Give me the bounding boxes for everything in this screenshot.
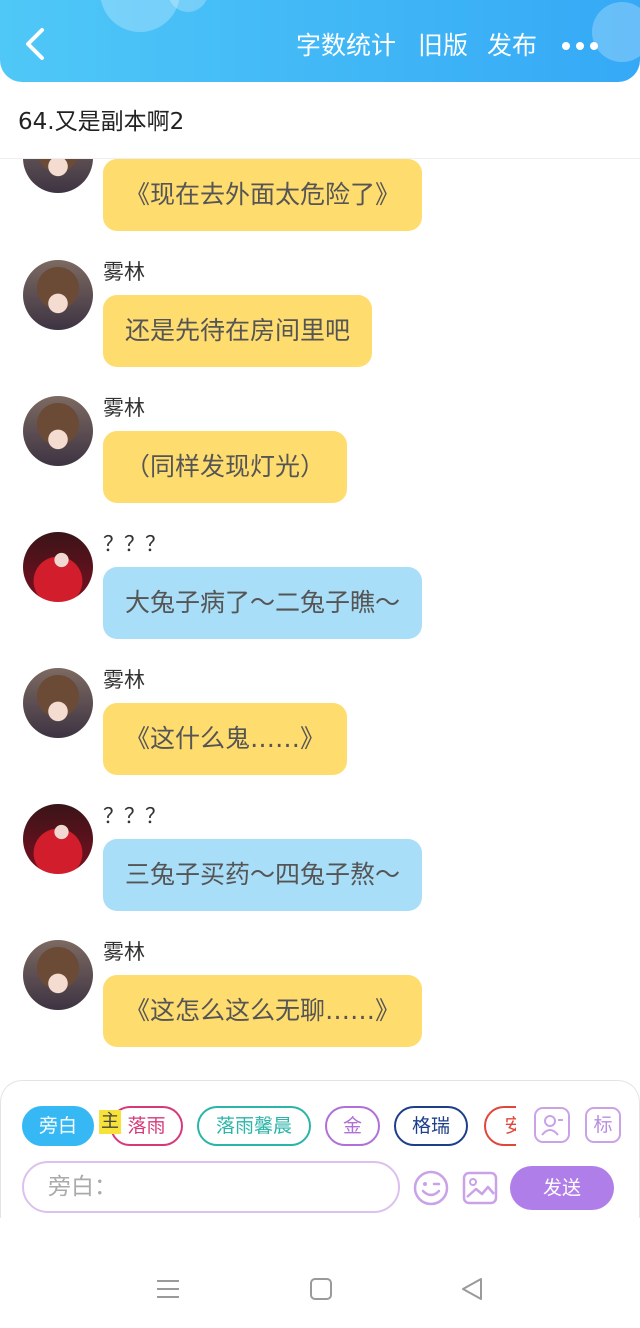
host-tag: 主 [99, 1110, 121, 1134]
decoration-bubble [100, 0, 180, 32]
publish-button[interactable]: 发布 [487, 30, 537, 62]
red-dress-avatar[interactable] [23, 804, 93, 874]
role-card-icon[interactable] [534, 1107, 570, 1143]
mark-button[interactable]: 标 [585, 1107, 621, 1143]
red-dress-avatar[interactable] [23, 532, 93, 602]
old-version-button[interactable]: 旧版 [418, 30, 468, 62]
sender-name: 雾林 [103, 396, 145, 420]
role-chip-jin[interactable]: 金 [325, 1106, 380, 1146]
message-input[interactable]: 旁白： [22, 1161, 400, 1213]
girl-avatar[interactable] [23, 668, 93, 738]
role-chip-an[interactable]: 安 [484, 1106, 516, 1146]
message-bubble[interactable]: （同样发现灯光） [103, 431, 348, 503]
message-bubble[interactable]: 大兔子病了～二兔子瞧～ [103, 567, 423, 639]
sender-name: 雾林 [103, 668, 145, 692]
girl-avatar[interactable] [23, 940, 93, 1010]
role-chip-narrator[interactable]: 旁白 [22, 1106, 94, 1146]
girl-avatar[interactable] [23, 396, 93, 466]
message-bubble[interactable]: 《现在去外面太危险了》 [103, 159, 423, 231]
sender-name: 雾林 [103, 260, 145, 284]
role-selector: 旁白 落雨 落雨馨晨 金 格瑞 安 [22, 1106, 516, 1150]
word-count-button[interactable]: 字数统计 [296, 30, 396, 62]
chapter-title: 64.又是副本啊2 [18, 109, 185, 135]
girl-avatar[interactable] [23, 260, 93, 330]
role-chip-luoyuxinchen[interactable]: 落雨馨晨 [197, 1106, 311, 1146]
chevron-left-icon[interactable] [22, 26, 50, 62]
chat-list[interactable]: 《现在去外面太危险了》 雾林 还是先待在房间里吧 雾林 （同样发现灯光） ？？？… [0, 159, 640, 1079]
top-bar: 字数统计 旧版 发布 [0, 0, 640, 82]
person-icon [541, 1115, 563, 1136]
send-button[interactable]: 发送 [510, 1166, 614, 1210]
home-icon[interactable] [309, 1277, 333, 1301]
role-chip-gerui[interactable]: 格瑞 [394, 1106, 468, 1146]
message-bubble[interactable]: 《这怎么这么无聊……》 [103, 975, 423, 1047]
message-bubble[interactable]: 还是先待在房间里吧 [103, 295, 373, 367]
system-nav-bar [0, 1218, 640, 1328]
more-dots-icon[interactable] [560, 42, 600, 52]
emoji-icon[interactable] [413, 1170, 449, 1206]
image-icon[interactable] [462, 1170, 498, 1206]
decoration-bubble [592, 2, 640, 62]
sender-name: ？？？ [103, 804, 166, 828]
back-triangle-icon[interactable] [459, 1276, 485, 1302]
message-bubble[interactable]: 《这什么鬼……》 [103, 703, 348, 775]
girl-avatar[interactable] [23, 159, 93, 193]
sender-name: 雾林 [103, 940, 145, 964]
message-bubble[interactable]: 三兔子买药～四兔子熬～ [103, 839, 423, 911]
sender-name: ？？？ [103, 532, 166, 556]
menu-icon[interactable] [155, 1278, 181, 1300]
